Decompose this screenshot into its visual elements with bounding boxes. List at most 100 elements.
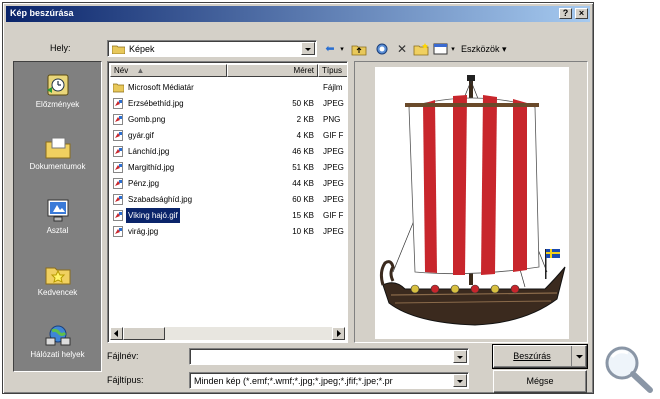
column-header-size[interactable]: Méret	[227, 64, 318, 77]
place-label-documents: Dokumentumok	[29, 162, 86, 171]
views-icon[interactable]	[433, 42, 449, 56]
filetype-value: Minden kép (*.emf;*.wmf;*.jpg;*.jpeg;*.j…	[194, 376, 393, 386]
places-bar: Előzmények Dokumentumok Asztal Kedvencek…	[13, 61, 102, 372]
file-name: gyár.gif	[128, 131, 154, 140]
horizontal-scrollbar[interactable]	[110, 327, 345, 340]
file-row[interactable]: Pénz.jpg 44 KB JPEG	[110, 176, 345, 191]
column-header-name[interactable]: Név ▲	[110, 64, 227, 77]
file-size: 51 KB	[292, 163, 314, 172]
filetype-select[interactable]: Minden kép (*.emf;*.wmf;*.jpg;*.jpeg;*.j…	[189, 372, 469, 389]
file-type: JPEG	[323, 179, 344, 188]
file-name: Viking hajó.gif	[125, 207, 181, 224]
file-list[interactable]: Név ▲ Méret Típus Microsoft Médiatár Fájl…	[107, 61, 348, 343]
file-size: 2 KB	[296, 115, 314, 124]
file-row[interactable]: Gomb.png 2 KB PNG	[110, 112, 345, 127]
filename-input[interactable]	[189, 348, 469, 365]
views-dropdown-icon[interactable]: ▾	[449, 42, 457, 56]
file-type: JPEG	[323, 227, 344, 236]
folder-icon	[113, 83, 124, 93]
scroll-thumb[interactable]	[123, 327, 165, 340]
cancel-button[interactable]: Mégse	[493, 370, 587, 393]
insert-button-label: Beszúrás	[513, 351, 551, 361]
file-name: Szabadsághíd.jpg	[128, 195, 193, 204]
file-size: 10 KB	[292, 227, 314, 236]
image-file-icon	[113, 194, 123, 205]
viking-ship-image	[379, 75, 566, 326]
documents-folder-icon	[43, 134, 73, 160]
help-button[interactable]: ?	[559, 8, 572, 19]
column-header-name-label: Név	[114, 66, 129, 75]
location-combo[interactable]: Képek	[107, 40, 317, 57]
delete-icon[interactable]: ✕	[395, 42, 409, 56]
new-folder-icon[interactable]	[413, 42, 429, 56]
file-size: 15 KB	[292, 211, 314, 220]
search-web-icon[interactable]	[375, 42, 391, 56]
file-type: PNG	[323, 115, 341, 124]
image-file-icon	[113, 210, 123, 221]
scroll-right-button[interactable]	[332, 327, 345, 340]
image-file-icon	[113, 178, 123, 189]
insert-dropdown-button[interactable]	[571, 346, 586, 367]
file-size: 60 KB	[292, 195, 314, 204]
file-name: Erzsébethíd.jpg	[128, 99, 184, 108]
desktop-icon	[43, 198, 73, 224]
network-places-icon	[43, 322, 73, 348]
close-button[interactable]: ×	[575, 8, 588, 19]
filename-label: Fájlnév:	[107, 351, 139, 361]
file-name: Pénz.jpg	[128, 179, 160, 188]
up-one-level-icon[interactable]	[351, 42, 367, 56]
file-name: Margithíd.jpg	[128, 163, 175, 172]
tools-dropdown-icon: ▾	[499, 44, 507, 54]
image-file-icon	[113, 98, 123, 109]
file-size: 46 KB	[292, 147, 314, 156]
history-icon	[43, 72, 73, 98]
place-favorites[interactable]: Kedvencek	[14, 260, 101, 297]
file-type: GIF F	[323, 211, 344, 220]
file-row[interactable]: virág.jpg 10 KB JPEG	[110, 224, 345, 239]
file-row[interactable]: Margithíd.jpg 51 KB JPEG	[110, 160, 345, 175]
image-file-icon	[113, 130, 123, 141]
scroll-left-arrow-icon	[114, 330, 118, 337]
image-file-icon	[113, 114, 123, 125]
filetype-dropdown-button[interactable]	[453, 374, 467, 387]
file-name: virág.jpg	[128, 227, 159, 236]
location-label: Hely:	[50, 43, 71, 53]
title-bar[interactable]: Kép beszúrása ? ×	[6, 6, 590, 22]
file-row[interactable]: Viking hajó.gif 15 KB GIF F	[110, 207, 345, 224]
preview-pane	[354, 61, 588, 343]
scroll-right-arrow-icon	[337, 330, 341, 337]
tools-menu-button[interactable]: Eszközök ▾	[461, 42, 531, 56]
location-dropdown-button[interactable]	[301, 42, 315, 55]
folder-icon	[112, 45, 125, 54]
file-row[interactable]: gyár.gif 4 KB GIF F	[110, 128, 345, 143]
back-icon[interactable]: ⬅	[322, 42, 338, 56]
place-history[interactable]: Előzmények	[14, 72, 101, 109]
file-row[interactable]: Microsoft Médiatár Fájlm	[110, 80, 345, 95]
filetype-label: Fájltípus:	[107, 375, 144, 385]
filename-dropdown-button[interactable]	[453, 350, 467, 363]
file-type: JPEG	[323, 163, 344, 172]
tools-menu-label: Eszközök	[461, 44, 500, 54]
file-size: 44 KB	[292, 179, 314, 188]
file-row[interactable]: Lánchíd.jpg 46 KB JPEG	[110, 144, 345, 159]
place-label-favorites: Kedvencek	[37, 288, 78, 297]
insert-button[interactable]: Beszúrás	[492, 344, 588, 369]
image-file-icon	[113, 226, 123, 237]
place-desktop[interactable]: Asztal	[14, 198, 101, 235]
place-label-desktop: Asztal	[46, 226, 69, 235]
scroll-left-button[interactable]	[110, 327, 123, 340]
insert-picture-dialog: Kép beszúrása ? × Hely: Képek ⬅ ▾ ✕ ▾ Es…	[2, 2, 594, 394]
file-row[interactable]: Erzsébethíd.jpg 50 KB JPEG	[110, 96, 345, 111]
file-type: JPEG	[323, 147, 344, 156]
column-header-type[interactable]: Típus	[318, 64, 347, 77]
place-network[interactable]: Hálózati helyek	[14, 322, 101, 359]
file-name: Gomb.png	[128, 115, 166, 124]
file-type: JPEG	[323, 195, 344, 204]
file-row[interactable]: Szabadsághíd.jpg 60 KB JPEG	[110, 192, 345, 207]
image-file-icon	[113, 162, 123, 173]
place-documents[interactable]: Dokumentumok	[14, 134, 101, 171]
back-dropdown-icon[interactable]: ▾	[338, 42, 346, 56]
file-type: Fájlm	[323, 83, 343, 92]
location-value: Képek	[129, 44, 155, 54]
preview-image-area	[375, 67, 569, 339]
